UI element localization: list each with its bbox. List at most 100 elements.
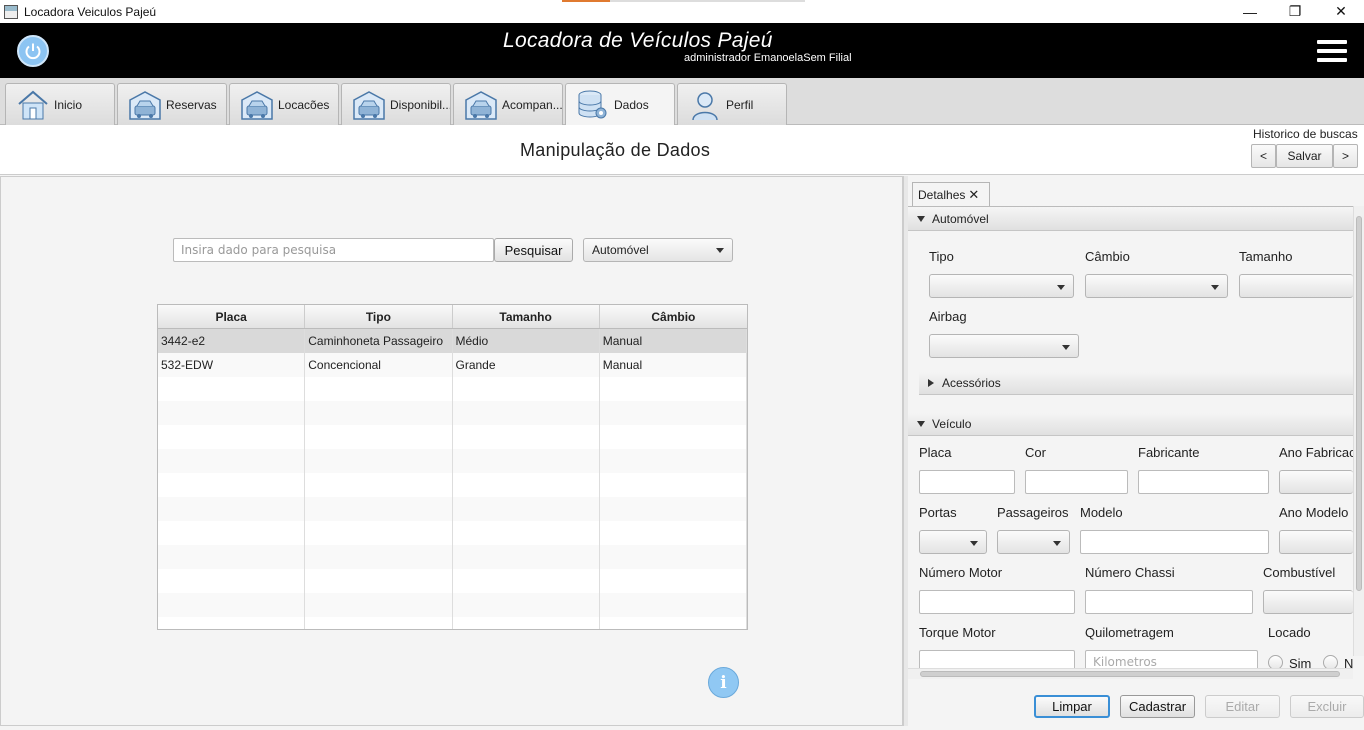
section-title: Automóvel (932, 211, 989, 226)
garage-car-icon (464, 89, 498, 121)
history-next-button[interactable]: > (1333, 144, 1358, 168)
limpar-button[interactable]: Limpar (1034, 695, 1110, 718)
garage-car-icon (352, 89, 386, 121)
tab-label: Dados (614, 98, 649, 112)
tab-dados[interactable]: Dados (565, 83, 675, 126)
numero-motor-field[interactable] (919, 590, 1075, 614)
minimize-button[interactable]: — (1227, 0, 1273, 23)
table-row[interactable]: 532-EDW Concencional Grande Manual (158, 353, 747, 377)
cor-field[interactable] (1025, 470, 1128, 494)
empty-row (158, 401, 747, 425)
tipo-select[interactable] (929, 274, 1074, 298)
cell-tamanho: Grande (453, 353, 600, 377)
numero-chassi-field[interactable] (1085, 590, 1253, 614)
cambio-select[interactable] (1085, 274, 1228, 298)
info-icon[interactable]: i (708, 667, 739, 698)
section-acessorios[interactable]: Acessórios (919, 371, 1353, 395)
column-header-tipo[interactable]: Tipo (305, 305, 453, 328)
table-row[interactable]: 3442-e2 Caminhoneta Passageiro Médio Man… (158, 329, 747, 353)
tab-label: Acompan... (502, 97, 562, 112)
tab-reservas[interactable]: Reservas (117, 83, 227, 125)
cell-placa: 532-EDW (158, 353, 306, 377)
section-veiculo[interactable]: Veículo (908, 412, 1353, 436)
cadastrar-button[interactable]: Cadastrar (1120, 695, 1195, 718)
search-pane: Pesquisar Automóvel Placa Tipo Tamanho C… (0, 176, 903, 726)
category-select-value: Automóvel (592, 243, 649, 257)
expanded-triangle-icon (917, 215, 925, 222)
tab-detalhes-label: Detalhes (918, 187, 966, 202)
tab-perfil[interactable]: Perfil (677, 83, 787, 125)
garage-car-icon (240, 89, 274, 121)
horizontal-scrollbar[interactable] (908, 668, 1353, 679)
empty-row (158, 497, 747, 521)
scrollbar-thumb[interactable] (1356, 216, 1362, 591)
placa-field[interactable] (919, 470, 1015, 494)
vertical-scrollbar[interactable] (1353, 206, 1364, 656)
tamanho-select[interactable] (1239, 274, 1353, 298)
editar-button[interactable]: Editar (1205, 695, 1280, 718)
modelo-field[interactable] (1080, 530, 1269, 554)
label-placa: Placa (919, 445, 952, 460)
tab-inicio[interactable]: Inicio (5, 83, 115, 125)
chevron-down-icon (1057, 285, 1065, 290)
cell-tamanho: Médio (453, 329, 600, 353)
section-title: Veículo (932, 416, 972, 431)
empty-row (158, 593, 747, 617)
combustivel-select[interactable] (1263, 590, 1353, 614)
label-tipo: Tipo (929, 249, 954, 264)
app-icon (4, 4, 18, 19)
app-header: Locadora de Veículos Pajeú administrador… (0, 23, 1364, 78)
cell-cambio: Manual (600, 353, 747, 377)
history-save-button[interactable]: Salvar (1276, 144, 1333, 168)
details-form: Automóvel Tipo Câmbio Tamanho Airbag Ace… (908, 206, 1364, 683)
label-combustivel: Combustível (1263, 565, 1336, 580)
section-automovel[interactable]: Automóvel (908, 207, 1353, 231)
tab-label: Locacões (278, 97, 330, 112)
cell-cambio: Manual (600, 329, 747, 353)
empty-row (158, 425, 747, 449)
passageiros-select[interactable] (997, 530, 1070, 554)
column-header-cambio[interactable]: Câmbio (600, 305, 747, 328)
empty-row (158, 521, 747, 545)
category-select[interactable]: Automóvel (583, 238, 733, 262)
airbag-select[interactable] (929, 334, 1079, 358)
excluir-button[interactable]: Excluir (1290, 695, 1364, 718)
label-passageiros: Passageiros (997, 505, 1069, 520)
close-icon[interactable]: ✕ (968, 187, 979, 203)
hamburger-menu-icon[interactable] (1317, 40, 1347, 62)
power-icon[interactable] (17, 35, 49, 67)
tab-acompanhamento[interactable]: Acompan... (453, 83, 563, 125)
column-header-placa[interactable]: Placa (158, 305, 306, 328)
label-ano-fabricacao: Ano Fabricac (1279, 445, 1356, 460)
chevron-down-icon (716, 248, 724, 253)
fabricante-field[interactable] (1138, 470, 1269, 494)
cell-tipo: Concencional (305, 353, 453, 377)
search-button[interactable]: Pesquisar (494, 238, 573, 262)
history-label: Historico de buscas (1253, 127, 1358, 141)
history-prev-button[interactable]: < (1251, 144, 1276, 168)
label-locado: Locado (1268, 625, 1311, 640)
database-gear-icon (576, 89, 610, 121)
tab-detalhes[interactable]: Detalhes ✕ (912, 182, 990, 206)
taskbar-accent-secondary (610, 0, 805, 2)
empty-row (158, 449, 747, 473)
tab-disponibilidade[interactable]: Disponibil... (341, 83, 451, 125)
close-button[interactable]: ✕ (1318, 0, 1364, 23)
column-header-tamanho[interactable]: Tamanho (453, 305, 600, 328)
label-quilometragem: Quilometragem (1085, 625, 1174, 640)
ano-fabricacao-select[interactable] (1279, 470, 1353, 494)
window-title: Locadora Veiculos Pajeú (24, 4, 157, 19)
collapsed-triangle-icon (928, 378, 934, 387)
empty-row (158, 473, 747, 497)
tab-locacoes[interactable]: Locacões (229, 83, 339, 125)
maximize-button[interactable]: ❐ (1272, 0, 1318, 23)
scrollbar-thumb[interactable] (920, 671, 1340, 677)
label-modelo: Modelo (1080, 505, 1123, 520)
label-numero-motor: Número Motor (919, 565, 1003, 580)
portas-select[interactable] (919, 530, 987, 554)
ano-modelo-select[interactable] (1279, 530, 1353, 554)
table-header: Placa Tipo Tamanho Câmbio (158, 305, 747, 329)
expanded-triangle-icon (917, 420, 925, 427)
search-input[interactable] (173, 238, 494, 262)
tab-label: Perfil (726, 97, 754, 112)
